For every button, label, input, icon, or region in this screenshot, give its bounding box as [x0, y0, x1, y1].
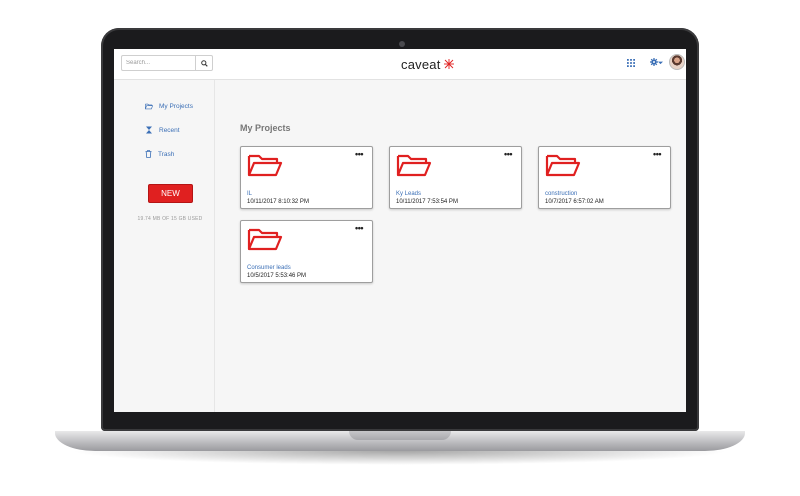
gear-icon [650, 58, 658, 66]
project-card[interactable]: ••• Consumer leads 10/5/2017 5:53:46 PM [240, 220, 373, 283]
project-name[interactable]: Consumer leads [247, 265, 291, 271]
card-menu-button[interactable]: ••• [355, 224, 363, 233]
main-content: My Projects ••• IL 10/11/2017 8:10:32 PM… [215, 80, 686, 412]
hourglass-icon [146, 126, 152, 134]
project-date: 10/11/2017 8:10:32 PM [247, 199, 309, 205]
laptop-shadow [70, 451, 730, 465]
card-menu-button[interactable]: ••• [504, 150, 512, 159]
caveat-logo[interactable]: caveat [401, 55, 455, 73]
search-button[interactable] [195, 55, 213, 71]
trash-icon [145, 150, 152, 158]
project-card[interactable]: ••• IL 10/11/2017 8:10:32 PM [240, 146, 373, 209]
caret-down-icon [658, 61, 663, 64]
search-icon [200, 59, 208, 67]
page-title: My Projects [240, 123, 291, 133]
laptop-base [55, 431, 745, 451]
folder-icon [247, 154, 283, 177]
new-button[interactable]: NEW [148, 184, 193, 203]
search-box [121, 55, 213, 71]
project-name[interactable]: Ky Leads [396, 191, 421, 197]
sidebar-item-recent[interactable]: Recent [145, 126, 180, 134]
sidebar: My Projects Recent Trash NEW 19.74 MB OF… [114, 80, 215, 412]
apps-grid-icon[interactable] [627, 59, 635, 67]
project-card[interactable]: ••• construction 10/7/2017 6:57:02 AM [538, 146, 671, 209]
laptop-bezel: caveat [101, 28, 699, 431]
project-date: 10/5/2017 5:53:46 PM [247, 273, 307, 279]
folder-icon [545, 154, 581, 177]
project-name[interactable]: construction [545, 191, 577, 197]
sidebar-item-trash[interactable]: Trash [145, 150, 174, 158]
project-card[interactable]: ••• Ky Leads 10/11/2017 7:53:54 PM [389, 146, 522, 209]
spark-icon [443, 59, 454, 69]
settings-menu[interactable] [650, 58, 663, 66]
sidebar-item-label: Recent [159, 126, 180, 134]
folder-open-icon [145, 103, 153, 110]
webcam [399, 41, 405, 47]
user-avatar[interactable] [669, 54, 685, 70]
storage-usage: 19.74 MB OF 15 GB USED [137, 216, 203, 222]
folder-icon [247, 228, 283, 251]
project-date: 10/7/2017 6:57:02 AM [545, 199, 604, 205]
top-bar: caveat [114, 49, 686, 80]
search-input[interactable] [121, 55, 195, 71]
project-name[interactable]: IL [247, 191, 252, 197]
app-screen: caveat [114, 49, 686, 412]
folder-icon [396, 154, 432, 177]
logo-text: caveat [401, 56, 441, 72]
sidebar-item-label: Trash [158, 150, 175, 158]
sidebar-item-my-projects[interactable]: My Projects [145, 103, 193, 110]
card-menu-button[interactable]: ••• [355, 150, 363, 159]
project-date: 10/11/2017 7:53:54 PM [396, 199, 458, 205]
card-menu-button[interactable]: ••• [653, 150, 661, 159]
sidebar-item-label: My Projects [159, 103, 193, 110]
laptop-notch [349, 431, 451, 440]
